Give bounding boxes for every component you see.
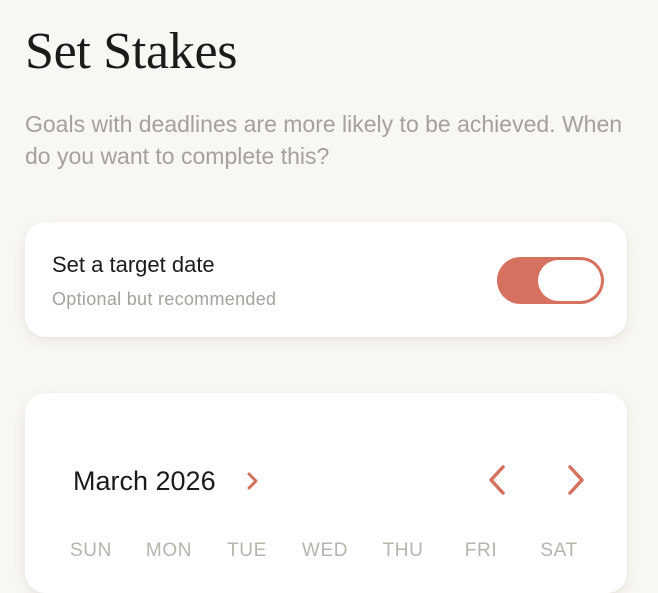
- target-date-card: Set a target date Optional but recommend…: [25, 222, 627, 337]
- month-year-label[interactable]: March 2026: [73, 465, 216, 497]
- weekday-label-sun: SUN: [70, 540, 112, 561]
- previous-month-button[interactable]: [483, 463, 513, 497]
- page-title: Set Stakes: [25, 23, 238, 80]
- target-date-subtitle: Optional but recommended: [52, 289, 277, 309]
- weekday-label-sat: SAT: [540, 540, 578, 561]
- chevron-right-icon[interactable]: [246, 469, 260, 493]
- weekday-label-fri: FRI: [464, 540, 498, 561]
- weekday-label-mon: MON: [145, 540, 193, 561]
- page-subtitle: Goals with deadlines are more likely to …: [25, 111, 623, 169]
- weekday-label-thu: THU: [382, 540, 424, 561]
- target-date-toggle[interactable]: [497, 257, 604, 304]
- weekday-label-tue: TUE: [227, 540, 267, 561]
- next-month-button[interactable]: [560, 463, 590, 497]
- target-date-title: Set a target date: [52, 252, 215, 277]
- weekday-label-wed: WED: [301, 540, 349, 561]
- calendar-card: March 2026 SUN MON TUE WED THU FRI SAT: [25, 393, 627, 593]
- toggle-knob: [538, 260, 601, 301]
